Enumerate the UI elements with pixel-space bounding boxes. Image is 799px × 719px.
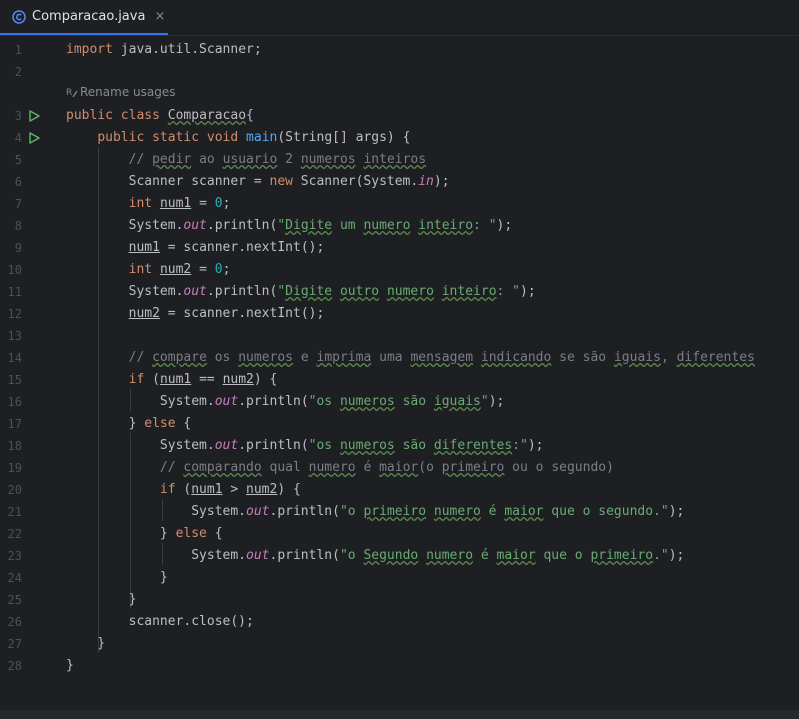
line-number: 24 bbox=[7, 571, 22, 585]
code-editor[interactable]: R Rename usages 1 import java.util.Scanne… bbox=[0, 36, 799, 719]
line-number: 22 bbox=[7, 527, 22, 541]
code-line[interactable]: 20 if (num1 > num2) { bbox=[0, 479, 799, 501]
code-line[interactable]: 7 int num1 = 0; bbox=[0, 193, 799, 215]
line-number: 20 bbox=[7, 483, 22, 497]
code-text: } bbox=[66, 636, 106, 651]
java-class-icon bbox=[12, 9, 26, 24]
code-text: System.out.println("Digite um numero int… bbox=[66, 218, 513, 233]
tab-comparacao-java[interactable]: Comparacao.java × bbox=[0, 0, 168, 35]
code-text: int num1 = 0; bbox=[128, 196, 231, 211]
code-line[interactable]: 3 public class Comparacao{ bbox=[0, 105, 799, 127]
line-number: 8 bbox=[14, 219, 22, 233]
code-line[interactable]: 1 import java.util.Scanner; bbox=[0, 39, 799, 61]
code-text: // pedir ao usuario 2 numeros inteiros bbox=[128, 152, 427, 167]
code-line[interactable]: 6 Scanner scanner = new Scanner(System.i… bbox=[0, 171, 799, 193]
code-line[interactable]: 4 public static void main(String[] args)… bbox=[0, 127, 799, 149]
line-number: 28 bbox=[7, 659, 22, 673]
rename-icon: R bbox=[66, 88, 78, 98]
code-line[interactable]: 21 System.out.println("o primeiro numero… bbox=[0, 501, 799, 523]
code-line[interactable]: 16 System.out.println("os numeros são ig… bbox=[0, 391, 799, 413]
code-text: System.out.println("os numeros são difer… bbox=[66, 438, 544, 453]
code-line[interactable]: 8 System.out.println("Digite um numero i… bbox=[0, 215, 799, 237]
code-line[interactable]: 24 } bbox=[0, 567, 799, 589]
line-number: 27 bbox=[7, 637, 22, 651]
code-text: num2 = scanner.nextInt(); bbox=[128, 306, 325, 321]
code-line[interactable]: 10 int num2 = 0; bbox=[0, 259, 799, 281]
line-number: 23 bbox=[7, 549, 22, 563]
line-number: 16 bbox=[7, 395, 22, 409]
code-line[interactable]: 11 System.out.println("Digite outro nume… bbox=[0, 281, 799, 303]
code-line[interactable]: 13 bbox=[0, 325, 799, 347]
code-line[interactable]: 27 } bbox=[0, 633, 799, 655]
code-line[interactable]: 14 // compare os numeros e imprima uma m… bbox=[0, 347, 799, 369]
code-text: import java.util.Scanner; bbox=[66, 42, 262, 57]
code-text: } else { bbox=[66, 416, 192, 431]
code-line[interactable]: 17 } else { bbox=[0, 413, 799, 435]
line-number: 19 bbox=[7, 461, 22, 475]
line-number: 25 bbox=[7, 593, 22, 607]
code-text: if (num1 == num2) { bbox=[128, 372, 278, 387]
code-line[interactable]: 19 // comparando qual numero é maior(o p… bbox=[0, 457, 799, 479]
code-text: if (num1 > num2) { bbox=[159, 482, 301, 497]
code-line[interactable]: 18 System.out.println("os numeros são di… bbox=[0, 435, 799, 457]
code-text: System.out.println("o Segundo numero é m… bbox=[66, 548, 685, 563]
code-text: int num2 = 0; bbox=[128, 262, 231, 277]
run-icon[interactable] bbox=[28, 132, 40, 144]
code-line[interactable]: 26 scanner.close(); bbox=[0, 611, 799, 633]
line-number: 17 bbox=[7, 417, 22, 431]
code-text: } bbox=[66, 658, 74, 673]
code-text: System.out.println("o primeiro numero é … bbox=[66, 504, 685, 519]
code-line[interactable]: 12 num2 = scanner.nextInt(); bbox=[0, 303, 799, 325]
line-number: 5 bbox=[14, 153, 22, 167]
run-icon[interactable] bbox=[28, 110, 40, 122]
line-number: 4 bbox=[14, 131, 22, 145]
rename-usages-hint[interactable]: R Rename usages bbox=[66, 81, 176, 103]
line-number: 26 bbox=[7, 615, 22, 629]
code-text: public static void main(String[] args) { bbox=[97, 130, 411, 145]
line-number: 15 bbox=[7, 373, 22, 387]
code-line[interactable]: 15 if (num1 == num2) { bbox=[0, 369, 799, 391]
code-text: public class Comparacao{ bbox=[66, 108, 254, 123]
code-line[interactable]: 23 System.out.println("o Segundo numero … bbox=[0, 545, 799, 567]
line-number: 13 bbox=[7, 329, 22, 343]
code-text: System.out.println("Digite outro numero … bbox=[66, 284, 536, 299]
line-number: 12 bbox=[7, 307, 22, 321]
line-number: 10 bbox=[7, 263, 22, 277]
code-line[interactable]: 28} bbox=[0, 655, 799, 677]
line-number: 18 bbox=[7, 439, 22, 453]
code-line[interactable]: 5 // pedir ao usuario 2 numeros inteiros bbox=[0, 149, 799, 171]
line-number: 21 bbox=[7, 505, 22, 519]
code-text: } else { bbox=[66, 526, 223, 541]
line-number: 6 bbox=[14, 175, 22, 189]
line-number: 3 bbox=[14, 109, 22, 123]
line-number: 2 bbox=[14, 65, 22, 79]
line-number: 7 bbox=[14, 197, 22, 211]
svg-text:R: R bbox=[66, 88, 72, 98]
code-text: scanner.close(); bbox=[66, 614, 254, 629]
code-line[interactable]: 25 } bbox=[0, 589, 799, 611]
code-text: num1 = scanner.nextInt(); bbox=[128, 240, 325, 255]
tab-title: Comparacao.java bbox=[32, 9, 146, 24]
code-line[interactable]: 22 } else { bbox=[0, 523, 799, 545]
editor-tab-bar: Comparacao.java × bbox=[0, 0, 799, 36]
code-text: } bbox=[66, 570, 168, 585]
line-number: 9 bbox=[14, 241, 22, 255]
code-text: // compare os numeros e imprima uma mens… bbox=[128, 350, 755, 365]
hint-text: Rename usages bbox=[80, 85, 176, 99]
code-line[interactable]: 9 num1 = scanner.nextInt(); bbox=[0, 237, 799, 259]
close-icon[interactable]: × bbox=[154, 9, 165, 24]
code-text: } bbox=[66, 592, 137, 607]
horizontal-scrollbar[interactable] bbox=[0, 710, 799, 719]
code-text: // comparando qual numero é maior(o prim… bbox=[159, 460, 614, 475]
code-text: System.out.println("os numeros são iguai… bbox=[66, 394, 505, 409]
code-text: Scanner scanner = new Scanner(System.in)… bbox=[66, 174, 450, 189]
line-number: 1 bbox=[14, 43, 22, 57]
line-number: 11 bbox=[7, 285, 22, 299]
line-number: 14 bbox=[7, 351, 22, 365]
code-line[interactable]: 2 bbox=[0, 61, 799, 83]
